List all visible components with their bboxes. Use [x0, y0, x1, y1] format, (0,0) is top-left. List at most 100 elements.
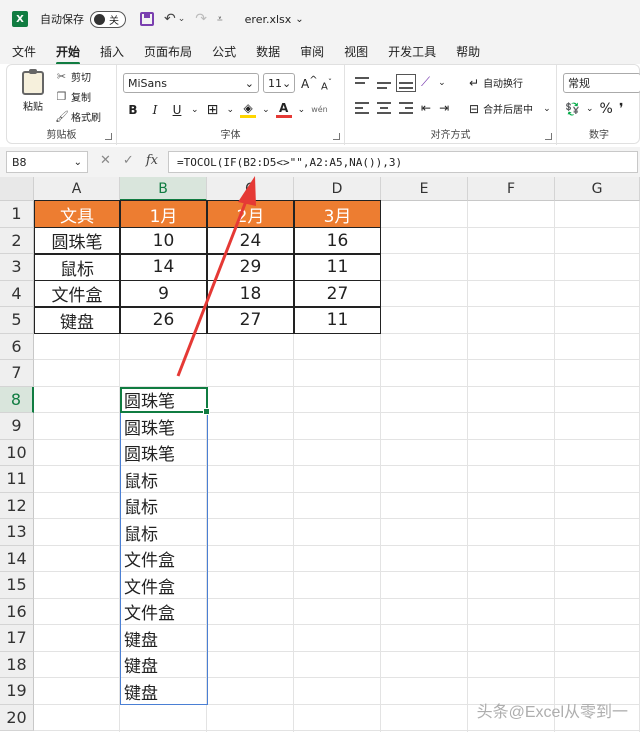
table-cell[interactable]: 27: [207, 307, 294, 334]
row-header-1[interactable]: 1: [0, 201, 34, 228]
tab-5[interactable]: 数据: [256, 43, 280, 60]
result-cell[interactable]: 鼠标: [124, 466, 158, 493]
table-cell[interactable]: 圆珠笔: [34, 227, 120, 254]
row-header-8[interactable]: 8: [0, 386, 34, 413]
table-cell[interactable]: 11: [294, 307, 381, 334]
row-header-13[interactable]: 13: [0, 519, 34, 546]
active-cell-b8[interactable]: [120, 386, 210, 415]
row-header-20[interactable]: 20: [0, 704, 34, 731]
decrease-indent-icon[interactable]: ⇤: [421, 101, 431, 115]
row-header-15[interactable]: 15: [0, 572, 34, 599]
table-cell[interactable]: 11: [294, 254, 381, 281]
format-painter-button[interactable]: 🖌 格式刷: [55, 109, 101, 124]
table-cell[interactable]: 16: [294, 227, 381, 254]
save-icon[interactable]: [140, 12, 154, 26]
underline-chevron-down-icon[interactable]: ⌄: [191, 105, 199, 115]
table-cell[interactable]: 键盘: [34, 307, 120, 334]
borders-icon[interactable]: ⊞: [205, 102, 221, 118]
table-header-cell[interactable]: 文具: [34, 201, 120, 228]
font-color-icon[interactable]: A: [275, 101, 292, 118]
tab-6[interactable]: 审阅: [300, 43, 324, 60]
table-cell[interactable]: 14: [120, 254, 207, 281]
bold-button[interactable]: B: [125, 103, 141, 117]
file-name[interactable]: erer.xlsx: [245, 13, 292, 26]
column-header-b[interactable]: B: [120, 177, 207, 201]
autosave-toggle[interactable]: 关: [90, 10, 126, 28]
worksheet-grid[interactable]: A B C D E F G 1 2 3 4 5 6 7 8 9 10 11 12 13 14 15 16 17 18 19 20 文具…: [0, 177, 640, 732]
tab-9[interactable]: 帮助: [456, 43, 480, 60]
table-cell[interactable]: 24: [207, 227, 294, 254]
align-left-icon[interactable]: [355, 102, 369, 114]
paste-button[interactable]: 粘贴: [17, 69, 49, 113]
column-header-e[interactable]: E: [381, 177, 468, 201]
result-cell[interactable]: 键盘: [124, 625, 158, 652]
percent-button[interactable]: %: [600, 101, 613, 117]
currency-icon[interactable]: 💱: [565, 102, 580, 116]
currency-chevron-down-icon[interactable]: ⌄: [586, 104, 594, 114]
tab-1[interactable]: 开始: [56, 43, 81, 65]
select-all-corner[interactable]: [0, 177, 34, 201]
table-header-cell[interactable]: 1月: [120, 201, 207, 228]
table-cell[interactable]: 10: [120, 227, 207, 254]
grow-font-button[interactable]: A^: [301, 75, 318, 91]
result-cell[interactable]: 文件盒: [124, 572, 175, 599]
result-cell[interactable]: 圆珠笔: [124, 413, 175, 440]
row-header-3[interactable]: 3: [0, 254, 34, 281]
tab-3[interactable]: 页面布局: [144, 43, 192, 60]
increase-indent-icon[interactable]: ⇥: [439, 101, 449, 115]
row-header-5[interactable]: 5: [0, 307, 34, 334]
result-cell[interactable]: 鼠标: [124, 493, 158, 520]
font-name-select[interactable]: MiSans ⌄: [123, 73, 259, 93]
orientation-icon[interactable]: ⟋: [421, 75, 430, 90]
font-dialog-launcher-icon[interactable]: [333, 133, 340, 140]
table-cell[interactable]: 29: [207, 254, 294, 281]
cancel-icon[interactable]: ✕: [100, 153, 111, 168]
copy-button[interactable]: ❐ 复制: [55, 89, 91, 104]
enter-check-icon[interactable]: ✓: [123, 153, 134, 168]
row-header-17[interactable]: 17: [0, 625, 34, 652]
table-header-cell[interactable]: 2月: [207, 201, 294, 228]
align-top-icon[interactable]: [355, 76, 369, 89]
fill-chevron-down-icon[interactable]: ⌄: [262, 105, 270, 115]
result-cell[interactable]: 键盘: [124, 652, 158, 679]
phonetic-icon[interactable]: wén: [311, 105, 328, 114]
row-header-18[interactable]: 18: [0, 651, 34, 678]
table-cell[interactable]: 9: [120, 280, 207, 307]
row-header-19[interactable]: 19: [0, 678, 34, 705]
result-cell[interactable]: 键盘: [124, 678, 158, 705]
comma-style-icon[interactable]: ❜: [619, 101, 624, 117]
clipboard-dialog-launcher-icon[interactable]: [105, 133, 112, 140]
tab-4[interactable]: 公式: [212, 43, 236, 60]
align-right-icon[interactable]: [399, 102, 413, 114]
align-middle-icon[interactable]: [377, 77, 391, 89]
row-header-9[interactable]: 9: [0, 413, 34, 440]
wrap-text-button[interactable]: ↵ 自动换行: [469, 75, 523, 91]
result-cell[interactable]: 圆珠笔: [124, 440, 175, 467]
table-cell[interactable]: 27: [294, 280, 381, 307]
underline-button[interactable]: U: [169, 103, 185, 117]
column-header-d[interactable]: D: [294, 177, 381, 201]
row-header-10[interactable]: 10: [0, 439, 34, 466]
insert-function-icon[interactable]: fx: [146, 153, 158, 168]
row-header-4[interactable]: 4: [0, 280, 34, 307]
fill-color-icon[interactable]: ◈: [240, 101, 257, 118]
table-cell[interactable]: 26: [120, 307, 207, 334]
row-header-12[interactable]: 12: [0, 492, 34, 519]
orientation-chevron-down-icon[interactable]: ⌄: [438, 78, 446, 88]
column-header-a[interactable]: A: [34, 177, 120, 201]
row-header-11[interactable]: 11: [0, 466, 34, 493]
number-format-select[interactable]: 常规: [563, 73, 640, 93]
tab-7[interactable]: 视图: [344, 43, 368, 60]
result-cell[interactable]: 鼠标: [124, 519, 158, 546]
column-header-g[interactable]: G: [555, 177, 640, 201]
alignment-dialog-launcher-icon[interactable]: [545, 133, 552, 140]
borders-chevron-down-icon[interactable]: ⌄: [227, 105, 235, 115]
italic-button[interactable]: I: [147, 103, 163, 117]
row-header-2[interactable]: 2: [0, 227, 34, 254]
shrink-font-button[interactable]: Aˇ: [321, 77, 332, 92]
customize-toolbar-icon[interactable]: ⩡: [217, 14, 223, 25]
filename-chevron-down-icon[interactable]: ⌄: [295, 14, 303, 25]
row-header-7[interactable]: 7: [0, 360, 34, 387]
result-cell[interactable]: 文件盒: [124, 599, 175, 626]
font-color-chevron-down-icon[interactable]: ⌄: [298, 105, 306, 115]
